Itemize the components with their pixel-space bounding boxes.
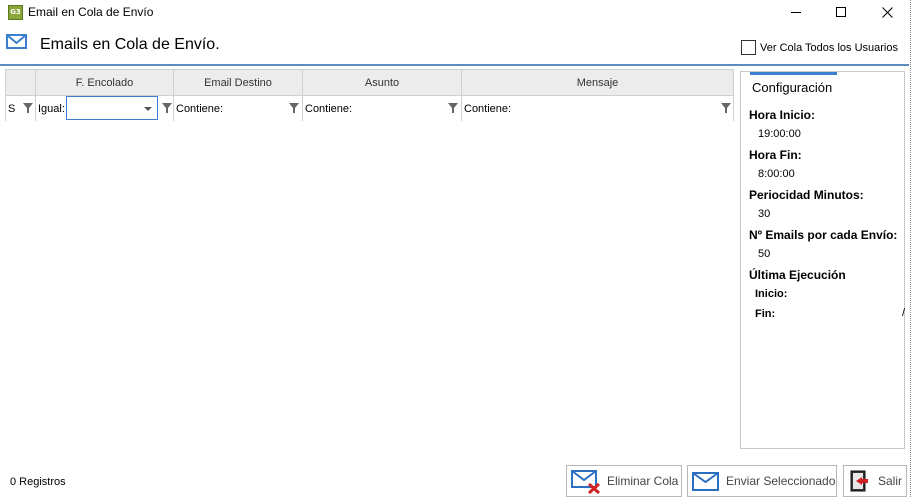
grid-filter-row: S Igual: Contiene: Contiene: Contiene: bbox=[6, 96, 733, 121]
col-header-email[interactable]: Email Destino bbox=[174, 70, 303, 95]
periodicidad-value: 30 bbox=[758, 208, 771, 220]
col-header-fecha[interactable]: F. Encolado bbox=[36, 70, 174, 95]
salir-button[interactable]: Salir bbox=[843, 465, 907, 497]
chevron-down-icon[interactable] bbox=[144, 107, 152, 111]
grid-header-row: F. Encolado Email Destino Asunto Mensaje bbox=[6, 70, 733, 96]
fin-value-slash: / bbox=[902, 307, 906, 319]
emails-por-envio-value: 50 bbox=[758, 248, 771, 260]
filter-icon[interactable] bbox=[721, 103, 731, 113]
filter-icon[interactable] bbox=[23, 103, 33, 113]
maximize-icon bbox=[835, 6, 846, 17]
salir-label: Salir bbox=[878, 474, 903, 488]
minimize-icon bbox=[790, 11, 801, 13]
tab-configuracion[interactable]: Configuración bbox=[752, 80, 832, 95]
title-bar: G3 Email en Cola de Envío bbox=[0, 0, 913, 24]
hora-fin-label: Hora Fin: bbox=[749, 148, 802, 162]
hora-fin-value: 8:00:00 bbox=[758, 168, 795, 180]
enviar-seleccionado-label: Enviar Seleccionado bbox=[726, 474, 836, 488]
page-title: Emails en Cola de Envío. bbox=[40, 36, 220, 53]
filter-icon[interactable] bbox=[162, 103, 172, 113]
send-mail-icon bbox=[692, 472, 719, 491]
ultima-ejecucion-label: Última Ejecución bbox=[749, 268, 846, 282]
inicio-label: Inicio: bbox=[755, 288, 788, 300]
filter-email[interactable]: Contiene: bbox=[174, 96, 303, 121]
col-header-asunto[interactable]: Asunto bbox=[303, 70, 462, 95]
col-header-mensaje[interactable]: Mensaje bbox=[462, 70, 733, 95]
window-title: Email en Cola de Envío bbox=[28, 5, 154, 19]
ver-cola-todos-checkbox[interactable]: Ver Cola Todos los Usuarios bbox=[741, 40, 898, 55]
eliminar-cola-button[interactable]: Eliminar Cola bbox=[566, 465, 682, 497]
record-count: 0 Registros bbox=[10, 476, 66, 488]
config-tab-indicator bbox=[750, 72, 837, 75]
header-divider bbox=[0, 64, 909, 66]
col-header-status[interactable] bbox=[6, 70, 36, 95]
config-panel: Configuración Hora Inicio: 19:00:00 Hora… bbox=[740, 71, 905, 449]
filter-fecha[interactable]: Igual: bbox=[36, 96, 174, 121]
filter-icon[interactable] bbox=[289, 103, 299, 113]
filter-asunto[interactable]: Contiene: bbox=[303, 96, 462, 121]
email-queue-grid[interactable]: F. Encolado Email Destino Asunto Mensaje… bbox=[5, 69, 734, 121]
eliminar-cola-label: Eliminar Cola bbox=[607, 474, 679, 488]
checkbox-label: Ver Cola Todos los Usuarios bbox=[760, 41, 898, 54]
hora-inicio-label: Hora Inicio: bbox=[749, 108, 816, 122]
close-button[interactable] bbox=[864, 0, 910, 24]
fin-label: Fin: bbox=[755, 308, 776, 320]
periodicidad-label: Periocidad Minutos: bbox=[749, 188, 864, 202]
app-icon: G3 bbox=[8, 5, 23, 20]
minimize-button[interactable] bbox=[773, 0, 819, 24]
filter-status[interactable]: S bbox=[6, 96, 36, 121]
page-header: Emails en Cola de Envío. Ver Cola Todos … bbox=[0, 28, 913, 64]
emails-por-envio-label: Nº Emails por cada Envío: bbox=[749, 228, 898, 242]
delete-mail-icon bbox=[571, 470, 601, 494]
filter-mensaje[interactable]: Contiene: bbox=[462, 96, 733, 121]
close-icon bbox=[881, 6, 893, 18]
hora-inicio-value: 19:00:00 bbox=[758, 128, 801, 140]
fecha-filter-combo[interactable] bbox=[66, 96, 158, 120]
maximize-button[interactable] bbox=[818, 0, 864, 24]
envelope-icon bbox=[6, 34, 27, 49]
checkbox-box[interactable] bbox=[741, 40, 756, 55]
filter-icon[interactable] bbox=[448, 103, 458, 113]
enviar-seleccionado-button[interactable]: Enviar Seleccionado bbox=[687, 465, 837, 497]
exit-door-icon bbox=[850, 470, 868, 492]
